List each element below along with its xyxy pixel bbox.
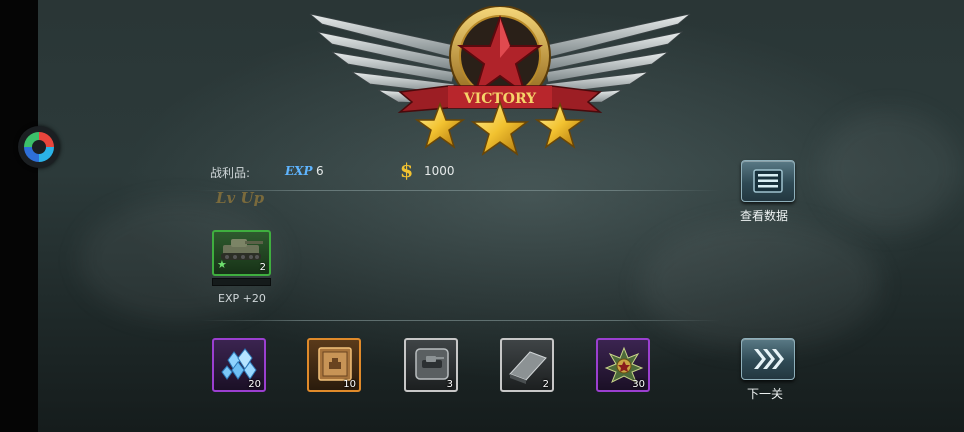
tank-exp-gain: EXP +20 bbox=[218, 292, 266, 305]
exp-value: 6 bbox=[316, 164, 324, 178]
reward-item[interactable]: 20 bbox=[212, 338, 266, 392]
fast-forward-icon bbox=[754, 349, 784, 369]
reward-item[interactable]: 3 bbox=[404, 338, 458, 392]
app-shortcut-icon[interactable] bbox=[18, 126, 60, 168]
reward-count: 20 bbox=[248, 379, 261, 390]
battle-result-screen: VICTORY 战利品: EXP 6 $ 1000 Lv Up ★ 2 EXP … bbox=[0, 0, 964, 432]
reward-count: 30 bbox=[632, 379, 645, 390]
gold-value: 1000 bbox=[424, 164, 455, 178]
smoke-background bbox=[820, 110, 960, 230]
tank-exp-bar bbox=[212, 278, 271, 286]
tank-card[interactable]: ★ 2 bbox=[212, 230, 271, 276]
reward-item[interactable]: 2 bbox=[500, 338, 554, 392]
reward-count: 2 bbox=[542, 379, 549, 390]
blueprint-crate-icon bbox=[318, 347, 352, 381]
list-icon bbox=[753, 169, 783, 193]
divider bbox=[200, 320, 720, 321]
star-icon bbox=[534, 101, 586, 149]
tank-level: 2 bbox=[259, 262, 266, 273]
exp-tag: EXP bbox=[285, 164, 313, 178]
view-stats-label[interactable]: 查看数据 bbox=[740, 207, 788, 224]
reward-count: 10 bbox=[343, 379, 356, 390]
medal-badge-icon bbox=[604, 346, 644, 384]
level-up-text: Lv Up bbox=[216, 189, 265, 207]
reward-count: 3 bbox=[446, 379, 453, 390]
next-level-label[interactable]: 下一关 bbox=[747, 385, 783, 402]
reward-item[interactable]: 10 bbox=[307, 338, 361, 392]
rating-stars bbox=[414, 100, 586, 156]
star-icon bbox=[470, 100, 530, 156]
view-stats-button[interactable] bbox=[741, 160, 795, 202]
smoke-background bbox=[640, 220, 880, 350]
steel-plate-icon bbox=[509, 351, 547, 384]
reward-item[interactable]: 30 bbox=[596, 338, 650, 392]
gold-coin-icon: $ bbox=[400, 160, 414, 182]
loot-label: 战利品: bbox=[210, 166, 251, 180]
divider bbox=[200, 190, 720, 191]
star-icon: ★ bbox=[217, 258, 227, 271]
star-icon bbox=[414, 101, 466, 149]
next-level-button[interactable] bbox=[741, 338, 795, 380]
tank-part-icon bbox=[415, 348, 449, 380]
screen-bezel bbox=[0, 0, 38, 432]
diamond-gems-icon bbox=[221, 348, 257, 380]
